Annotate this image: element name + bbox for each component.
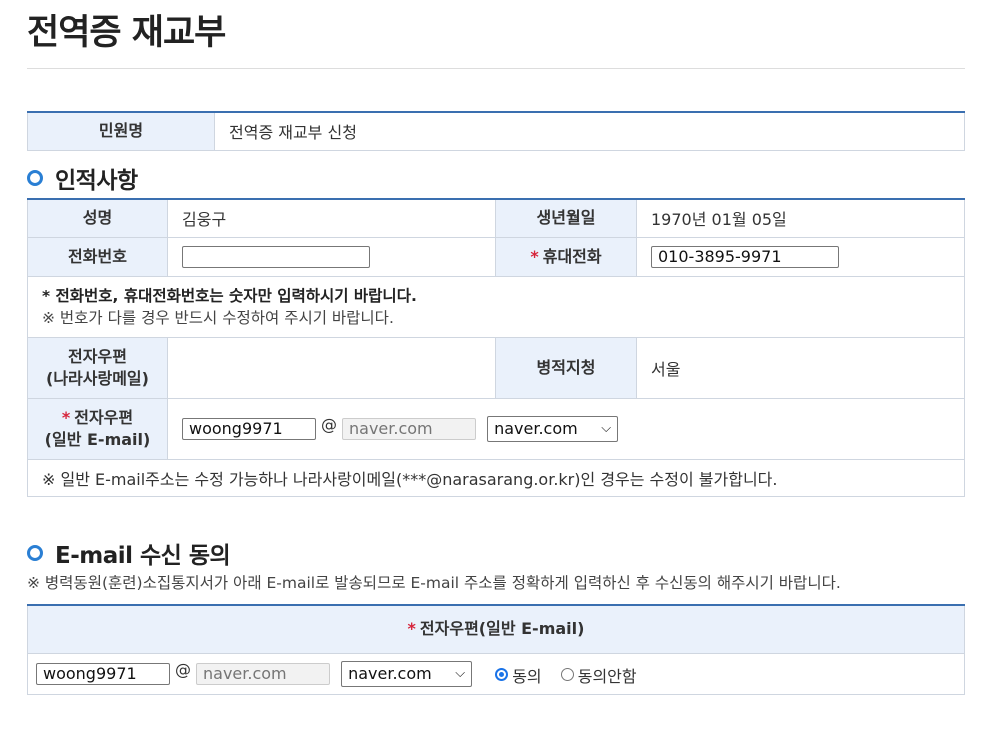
consent-header: 전자우편(일반 E-mail) (419, 619, 585, 639)
personal-section-header: 인적사항 (27, 161, 138, 195)
circle-bullet-icon (27, 545, 43, 561)
email-label-2: (일반 E-mail) (44, 429, 151, 449)
email-domain-select[interactable]: naver.com ⌵ (487, 415, 619, 442)
nara-email-label-1: 전자우편 (68, 346, 127, 366)
personal-table: 성명 김웅구 생년월일 1970년 01월 05일 전화번호 *휴대전화 * 전… (27, 198, 965, 497)
at-symbol: @ (321, 415, 337, 434)
consent-email-id-input[interactable] (36, 662, 170, 685)
petition-label: 민원명 (27, 111, 215, 151)
email-id-input[interactable] (182, 417, 316, 440)
email-domain-input[interactable] (342, 417, 476, 440)
consent-email-domain-select-value: naver.com (348, 664, 432, 683)
petition-table: 민원명 전역증 재교부 신청 (27, 111, 965, 151)
chevron-down-icon: ⌵ (601, 421, 612, 436)
email-label-1: 전자우편 (74, 407, 134, 427)
office-label: 병적지청 (495, 336, 637, 399)
at-symbol: @ (175, 660, 191, 679)
email-domain-select-value: naver.com (494, 419, 578, 438)
phone-input[interactable] (182, 245, 370, 268)
nara-email-value (167, 336, 496, 399)
title-divider (27, 68, 965, 69)
phone-label: 전화번호 (27, 236, 168, 277)
disagree-option[interactable]: 동의안함 (560, 664, 651, 686)
agree-label: 동의 (512, 666, 542, 686)
consent-email-domain-select[interactable]: naver.com ⌵ (341, 660, 473, 687)
disagree-label: 동의안함 (577, 666, 637, 686)
birth-label: 생년월일 (495, 198, 637, 238)
consent-table: *전자우편(일반 E-mail) @ naver.com ⌵ 동의 동의안함 (27, 604, 965, 695)
page-title: 전역증 재교부 (27, 13, 226, 53)
agree-option[interactable]: 동의 (495, 664, 555, 686)
name-label: 성명 (27, 198, 168, 238)
birth-value: 1970년 01월 05일 (636, 198, 965, 238)
mobile-label: 휴대전화 (542, 246, 602, 266)
agree-radio[interactable] (495, 668, 509, 681)
disagree-radio[interactable] (560, 668, 574, 681)
required-mark: * (407, 619, 416, 639)
phone-note: ※ 번호가 다를 경우 반드시 수정하여 주시기 바랍니다. (42, 308, 394, 327)
consent-note: ※ 병력동원(훈련)소집통지서가 아래 E-mail로 발송되므로 E-mail… (27, 574, 841, 592)
consent-email-domain-input[interactable] (196, 662, 330, 685)
nara-email-label-2: (나라사랑메일) (46, 368, 149, 388)
circle-bullet-icon (27, 170, 43, 186)
phone-note-bold: * 전화번호, 휴대전화번호는 숫자만 입력하시기 바랍니다. (42, 286, 417, 305)
office-value: 서울 (636, 336, 965, 399)
consent-section-header: E-mail 수신 동의 (27, 536, 231, 570)
mobile-input[interactable] (651, 245, 839, 268)
required-mark: * (530, 246, 539, 266)
name-value: 김웅구 (167, 198, 496, 238)
email-note: ※ 일반 E-mail주소는 수정 가능하나 나라사랑이메일(***@naras… (27, 458, 965, 497)
petition-value: 전역증 재교부 신청 (214, 111, 965, 151)
required-mark: * (61, 407, 71, 427)
consent-section-title: E-mail 수신 동의 (55, 543, 231, 569)
personal-section-title: 인적사항 (55, 168, 138, 194)
chevron-down-icon: ⌵ (455, 666, 466, 681)
